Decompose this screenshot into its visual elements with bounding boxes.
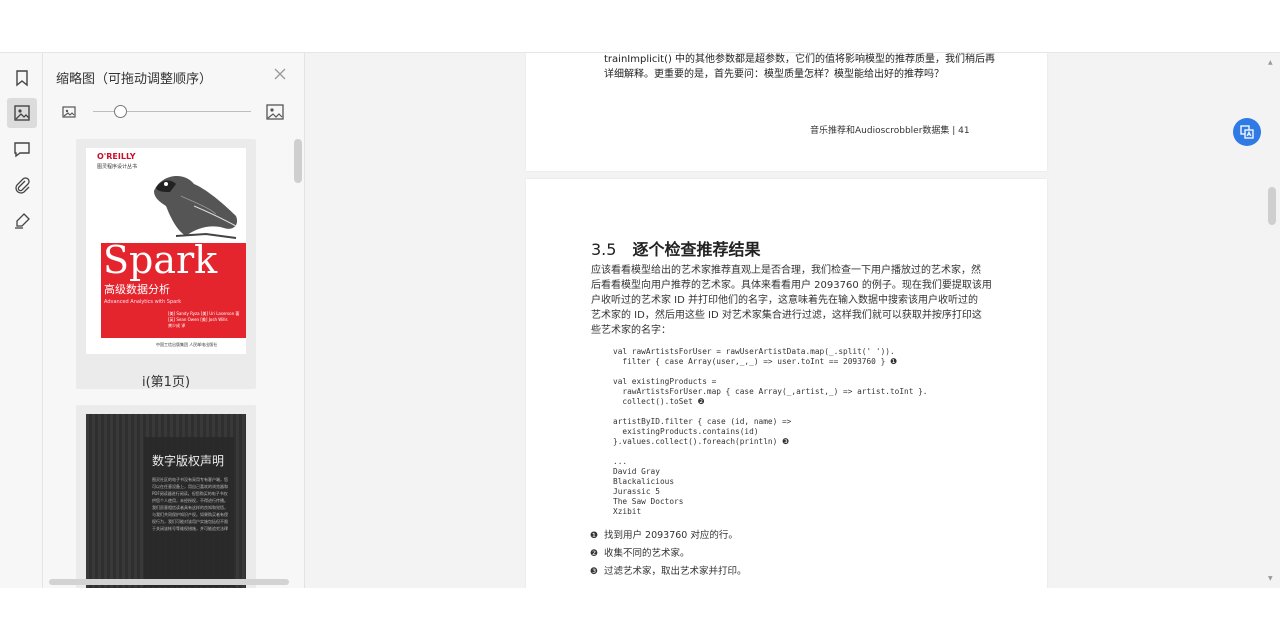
- comment-button[interactable]: [7, 134, 37, 164]
- attachment-button[interactable]: [7, 170, 37, 200]
- section-heading: 3.5 逐个检查推荐结果: [591, 236, 760, 260]
- cover-title: Spark: [103, 238, 218, 282]
- thumbnail-page-1[interactable]: O'REILLY 图灵程序设计丛书 Spark 高级数据分析 Advanced …: [76, 139, 256, 390]
- pdf-reader: 缩略图（可拖动调整顺序） O'REILLY 图灵程序设计丛书 Spark 高级数…: [0, 52, 1280, 588]
- copyright-title: 数字版权声明: [152, 454, 225, 468]
- thumbnail-panel: 缩略图（可拖动调整顺序） O'REILLY 图灵程序设计丛书 Spark 高级数…: [43, 53, 305, 588]
- signature-icon: [15, 213, 30, 229]
- document-page-current: 3.5 逐个检查推荐结果 应该看看模型给出的艺术家推荐直观上是否合理，我们检查一下…: [526, 179, 1047, 588]
- signature-button[interactable]: [7, 206, 37, 236]
- section-number: 3.5: [591, 240, 617, 259]
- scroll-up-arrow[interactable]: ▲: [1268, 59, 1273, 66]
- cover-press: 中国工信出版集团 人民邮电出版社: [156, 342, 218, 347]
- panel-horizontal-scrollbar[interactable]: [49, 579, 289, 585]
- text-line: 详细解释。更重要的是，首先要问：模型质量怎样？模型能给出好的推荐吗？: [604, 69, 944, 80]
- translate-button[interactable]: [1233, 118, 1261, 146]
- text-line: trainImplicit() 中的其他参数都是超参数，它们的值将影响模型的推荐…: [604, 54, 996, 65]
- document-page-prev: trainImplicit() 中的其他参数都是超参数，它们的值将影响模型的推荐…: [526, 53, 1047, 171]
- code-block: val rawArtistsForUser = rawUserArtistDat…: [613, 347, 928, 516]
- thumbnail-label: i(第1页): [141, 375, 191, 390]
- panel-vertical-scrollbar[interactable]: [294, 139, 302, 183]
- zoom-out-image-icon[interactable]: [61, 104, 77, 120]
- thumbnail-page-2[interactable]: 数字版权声明 图灵社区的电子书没有采用专有客户端，您可以在任意设备上，用自己喜欢…: [76, 405, 256, 588]
- close-icon[interactable]: [273, 67, 287, 81]
- callout-item: ❶ 找到用户 2093760 对应的行。: [590, 530, 738, 541]
- attachment-icon: [15, 177, 30, 194]
- thumbnail-icon: [14, 105, 30, 121]
- zoom-in-image-icon[interactable]: [265, 102, 285, 122]
- zoom-slider-handle[interactable]: [114, 105, 128, 118]
- document-vertical-scrollbar[interactable]: [1268, 187, 1276, 225]
- copyright-text: 图灵社区的电子书没有采用专有客户端，您可以在任意设备上，用自己喜欢的浏览器和PD…: [152, 477, 228, 531]
- body-paragraph: 应该看看模型给出的艺术家推荐直观上是否合理，我们检查一下用户播放过的艺术家，然 …: [591, 265, 992, 336]
- left-toolbar: [0, 53, 43, 588]
- series-label: 图灵程序设计丛书: [97, 164, 138, 170]
- callout-list: ❶ 找到用户 2093760 对应的行。 ❷ 收集不同的艺术家。 ❸ 过滤艺术家，取出…: [590, 527, 747, 581]
- callout-item: ❸ 过滤艺术家，取出艺术家并打印。: [590, 566, 747, 577]
- cover-authors: [美] Sandy Ryza [美] Uri Laserson 著 [英] Se…: [168, 311, 240, 328]
- bookmark-icon: [16, 70, 28, 87]
- translate-icon: [1240, 125, 1254, 139]
- book-cover: O'REILLY 图灵程序设计丛书 Spark 高级数据分析 Advanced …: [86, 148, 246, 354]
- thumbnail-button[interactable]: [7, 98, 37, 128]
- cover-subtitle-en: Advanced Analytics with Spark: [104, 299, 182, 305]
- publisher-logo: O'REILLY: [97, 152, 136, 161]
- panel-title: 缩略图（可拖动调整顺序）: [56, 72, 213, 87]
- thumbnail-zoom: [61, 101, 287, 123]
- copyright-page: 数字版权声明 图灵社区的电子书没有采用专有客户端，您可以在任意设备上，用自己喜欢…: [86, 414, 246, 588]
- comment-icon: [14, 142, 30, 158]
- scroll-down-arrow[interactable]: ▼: [1268, 575, 1273, 582]
- cover-subtitle-cn: 高级数据分析: [104, 283, 170, 296]
- bookmark-button[interactable]: [7, 63, 37, 93]
- callout-item: ❷ 收集不同的艺术家。: [590, 548, 690, 559]
- page-footer: 音乐推荐和Audioscrobbler数据集 | 41: [810, 126, 970, 136]
- section-title: 逐个检查推荐结果: [632, 240, 761, 259]
